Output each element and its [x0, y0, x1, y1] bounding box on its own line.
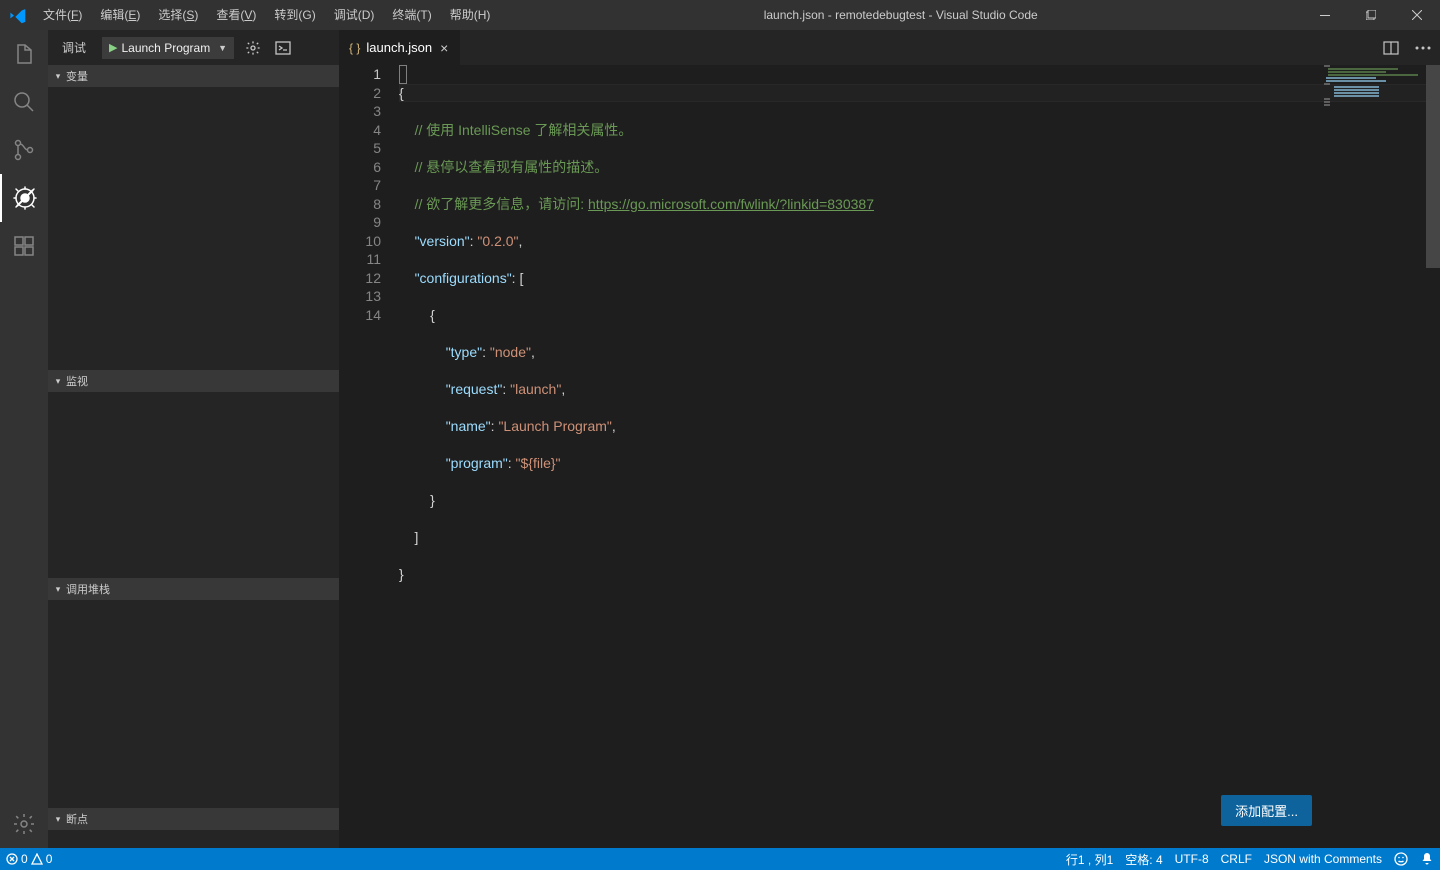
debug-console-icon[interactable]: [272, 37, 294, 59]
close-icon[interactable]: [1394, 0, 1440, 30]
variables-label: 变量: [66, 68, 88, 84]
start-debug-icon[interactable]: ▶: [109, 41, 117, 54]
debug-sidebar-header: 调试 ▶ Launch Program ▼: [48, 30, 339, 65]
status-eol[interactable]: CRLF: [1215, 848, 1258, 870]
editor-scrollbar[interactable]: [1426, 65, 1440, 848]
feedback-smiley-icon[interactable]: [1388, 848, 1414, 870]
configure-gear-icon[interactable]: [242, 37, 264, 59]
window-controls: [1302, 0, 1440, 30]
sidebar-title: 调试: [58, 39, 90, 56]
maximize-icon[interactable]: [1348, 0, 1394, 30]
window-title: launch.json - remotedebugtest - Visual S…: [499, 8, 1302, 22]
activity-bar: [0, 30, 48, 848]
menu-go[interactable]: 转到(G): [265, 0, 324, 30]
chevron-down-icon: ▼: [218, 43, 227, 53]
main-area: 调试 ▶ Launch Program ▼ ▾变量 ▾监视 ▾调用堆栈 ▾断点: [0, 30, 1440, 848]
settings-gear-icon[interactable]: [0, 800, 48, 848]
source-control-icon[interactable]: [0, 126, 48, 174]
chevron-down-icon: ▾: [52, 376, 64, 387]
chevron-down-icon: ▾: [52, 584, 64, 595]
scrollbar-thumb[interactable]: [1426, 65, 1440, 268]
variables-body: [48, 87, 339, 370]
json-file-icon: { }: [349, 41, 360, 55]
debug-icon[interactable]: [0, 174, 48, 222]
extensions-icon[interactable]: [0, 222, 48, 270]
watch-label: 监视: [66, 373, 88, 389]
status-errors[interactable]: 0 0: [0, 848, 58, 870]
status-cursor-pos[interactable]: 行1 , 列1: [1060, 848, 1119, 870]
selected-config: Launch Program: [121, 41, 210, 55]
add-configuration-button[interactable]: 添加配置...: [1221, 795, 1312, 826]
variables-header[interactable]: ▾变量: [48, 65, 339, 87]
status-encoding[interactable]: UTF-8: [1169, 848, 1215, 870]
menu-help[interactable]: 帮助(H): [441, 0, 500, 30]
editor-actions: [1374, 30, 1440, 65]
tab-filename: launch.json: [366, 40, 432, 55]
editor-tabs: { } launch.json ×: [339, 30, 1440, 65]
close-tab-icon[interactable]: ×: [438, 40, 450, 56]
error-icon: [6, 853, 18, 865]
callstack-panel: ▾调用堆栈: [48, 578, 339, 808]
launch-config-dropdown[interactable]: ▶ Launch Program ▼: [102, 37, 234, 59]
code-content[interactable]: { // 使用 IntelliSense 了解相关属性。 // 悬停以查看现有属…: [399, 65, 1440, 848]
explorer-icon[interactable]: [0, 30, 48, 78]
menu-terminal[interactable]: 终端(T): [383, 0, 440, 30]
tab-launch-json[interactable]: { } launch.json ×: [339, 30, 461, 65]
variables-panel: ▾变量: [48, 65, 339, 370]
chevron-down-icon: ▾: [52, 71, 64, 82]
watch-panel: ▾监视: [48, 370, 339, 578]
status-indent[interactable]: 空格: 4: [1119, 848, 1168, 870]
menu-file[interactable]: 文件(F): [34, 0, 91, 30]
minimize-icon[interactable]: [1302, 0, 1348, 30]
debug-sidebar: 调试 ▶ Launch Program ▼ ▾变量 ▾监视 ▾调用堆栈 ▾断点: [48, 30, 339, 848]
code-editor[interactable]: 1234567891011121314 { // 使用 IntelliSense…: [339, 65, 1440, 848]
split-editor-icon[interactable]: [1378, 35, 1404, 61]
watch-header[interactable]: ▾监视: [48, 370, 339, 392]
menu-edit[interactable]: 编辑(E): [91, 0, 149, 30]
status-bar: 0 0 行1 , 列1 空格: 4 UTF-8 CRLF JSON with C…: [0, 848, 1440, 870]
status-language[interactable]: JSON with Comments: [1258, 848, 1388, 870]
menu-select[interactable]: 选择(S): [149, 0, 207, 30]
menu-bar: 文件(F) 编辑(E) 选择(S) 查看(V) 转到(G) 调试(D) 终端(T…: [34, 0, 499, 30]
watch-body: [48, 392, 339, 578]
callstack-header[interactable]: ▾调用堆栈: [48, 578, 339, 600]
vscode-logo-icon: [0, 7, 34, 24]
editor-group: { } launch.json × 1234567891011121314 { …: [339, 30, 1440, 848]
breakpoints-header[interactable]: ▾断点: [48, 808, 339, 830]
chevron-down-icon: ▾: [52, 814, 64, 825]
title-bar: 文件(F) 编辑(E) 选择(S) 查看(V) 转到(G) 调试(D) 终端(T…: [0, 0, 1440, 30]
menu-view[interactable]: 查看(V): [207, 0, 265, 30]
more-actions-icon[interactable]: [1410, 35, 1436, 61]
callstack-body: [48, 600, 339, 808]
line-numbers: 1234567891011121314: [339, 65, 399, 848]
breakpoints-label: 断点: [66, 811, 88, 827]
warning-icon: [31, 853, 43, 865]
callstack-label: 调用堆栈: [66, 581, 110, 597]
breakpoints-panel: ▾断点: [48, 808, 339, 830]
menu-debug[interactable]: 调试(D): [325, 0, 384, 30]
notifications-bell-icon[interactable]: [1414, 848, 1440, 870]
search-icon[interactable]: [0, 78, 48, 126]
